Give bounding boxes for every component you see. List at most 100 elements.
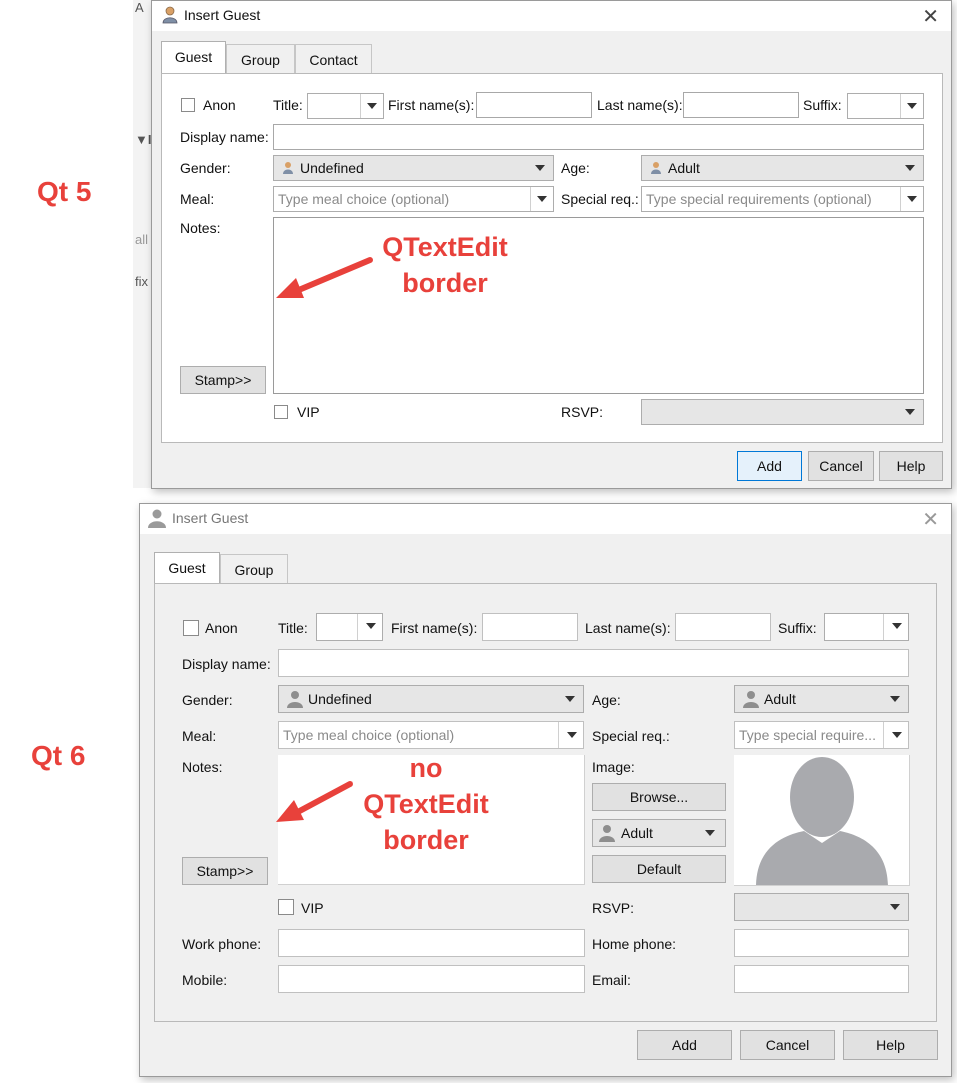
chevron-down-icon xyxy=(892,732,902,738)
qt5-meal-combo[interactable]: Type meal choice (optional) xyxy=(273,186,554,212)
qt6-tab-group[interactable]: Group xyxy=(220,554,288,584)
qt6-work-phone-label: Work phone: xyxy=(182,936,262,952)
qt6-last-name-field[interactable] xyxy=(675,613,771,641)
tab-label: Group xyxy=(234,562,274,578)
qt6-last-name-label: Last name(s): xyxy=(585,620,671,636)
qt5-suffix-combo[interactable] xyxy=(847,93,924,119)
background-app-fragment: ▼I xyxy=(135,132,152,147)
qt6-stamp-button[interactable]: Stamp>> xyxy=(182,857,268,885)
qt6-mobile-label: Mobile: xyxy=(182,972,228,988)
person-icon xyxy=(599,825,615,842)
qt6-first-name-field[interactable] xyxy=(482,613,578,641)
annotation-arrow-icon xyxy=(276,257,373,298)
qt5-window-title: Insert Guest xyxy=(184,7,261,23)
qt5-vip-label: VIP xyxy=(297,404,320,420)
background-app-fragment: all xyxy=(135,232,149,247)
qt6-insert-guest-dialog: Insert Guest ✕ Guest Group Anon Title: F… xyxy=(139,503,952,1077)
qt5-tab-guest[interactable]: Guest xyxy=(161,41,226,74)
qt6-browse-button[interactable]: Browse... xyxy=(592,783,726,811)
qt6-gender-combo[interactable]: Undefined xyxy=(278,685,584,713)
qt5-first-name-field[interactable] xyxy=(476,92,592,118)
qt6-mobile-field[interactable] xyxy=(278,965,585,993)
qt5-anon-checkbox[interactable] xyxy=(181,98,195,112)
button-label: Help xyxy=(896,458,926,474)
qt6-age-value: Adult xyxy=(764,691,796,707)
qt6-title-combo[interactable] xyxy=(316,613,383,641)
annotation-line: no xyxy=(409,753,443,783)
qt6-vip-label: VIP xyxy=(301,900,324,916)
chevron-down-icon xyxy=(890,696,900,702)
qt6-special-req-combo[interactable]: Type special require... xyxy=(734,721,909,749)
qt6-email-label: Email: xyxy=(592,972,631,988)
qt5-title-combo[interactable] xyxy=(307,93,384,119)
qt6-anon-checkbox[interactable] xyxy=(183,620,199,636)
annotation-line: border xyxy=(383,825,469,855)
chevron-down-icon xyxy=(892,623,902,629)
qt5-age-combo[interactable]: Adult xyxy=(641,155,924,181)
qt5-tab-contact[interactable]: Contact xyxy=(295,44,372,74)
close-icon[interactable]: ✕ xyxy=(922,507,939,532)
qt6-tab-guest[interactable]: Guest xyxy=(154,552,220,585)
qt6-home-phone-label: Home phone: xyxy=(592,936,677,952)
qt5-rsvp-combo[interactable] xyxy=(641,399,924,425)
person-icon xyxy=(148,509,166,528)
qt5-gender-value: Undefined xyxy=(300,160,364,176)
qt6-add-button[interactable]: Add xyxy=(637,1030,732,1060)
qt5-display-name-label: Display name: xyxy=(180,129,269,145)
qt5-help-button[interactable]: Help xyxy=(879,451,943,481)
chevron-down-icon xyxy=(567,732,577,738)
qt5-stamp-button[interactable]: Stamp>> xyxy=(180,366,266,394)
qt6-vip-checkbox[interactable] xyxy=(278,899,294,915)
qt5-gender-combo[interactable]: Undefined xyxy=(273,155,554,181)
qt6-image-age-combo[interactable]: Adult xyxy=(592,819,726,847)
tab-label: Guest xyxy=(168,560,206,576)
qt6-display-name-label: Display name: xyxy=(182,656,271,672)
close-icon[interactable]: ✕ xyxy=(922,4,939,29)
qt5-anon-label: Anon xyxy=(203,97,236,113)
qt6-anon-label: Anon xyxy=(205,620,238,636)
qt6-rsvp-label: RSVP: xyxy=(592,900,635,916)
qt5-add-button[interactable]: Add xyxy=(737,451,802,481)
chevron-down-icon xyxy=(537,196,547,202)
button-label: Help xyxy=(876,1037,905,1053)
qt5-first-name-label: First name(s): xyxy=(388,97,475,113)
qt6-first-name-label: First name(s): xyxy=(391,620,478,636)
button-label: Default xyxy=(636,861,682,877)
qt6-cancel-button[interactable]: Cancel xyxy=(740,1030,835,1060)
qt6-age-combo[interactable]: Adult xyxy=(734,685,909,713)
qt5-last-name-label: Last name(s): xyxy=(597,97,683,113)
qt5-last-name-field[interactable] xyxy=(683,92,799,118)
qt6-help-button[interactable]: Help xyxy=(843,1030,938,1060)
button-label: Cancel xyxy=(819,458,863,474)
chevron-down-icon xyxy=(907,103,917,109)
qt6-display-name-field[interactable] xyxy=(278,649,909,677)
chevron-down-icon xyxy=(535,165,545,171)
qt5-rsvp-label: RSVP: xyxy=(561,404,604,420)
annotation-line: QTextEdit xyxy=(363,789,489,819)
button-label: Stamp>> xyxy=(196,863,254,879)
qt6-notes-label: Notes: xyxy=(182,759,223,775)
qt5-age-label: Age: xyxy=(561,160,590,176)
qt6-default-button[interactable]: Default xyxy=(592,855,726,883)
qt6-suffix-label: Suffix: xyxy=(778,620,817,636)
tab-label: Guest xyxy=(174,49,213,65)
qt5-special-req-combo[interactable]: Type special requirements (optional) xyxy=(641,186,924,212)
qt6-age-label: Age: xyxy=(592,692,621,708)
qt5-cancel-button[interactable]: Cancel xyxy=(808,451,874,481)
qt6-suffix-combo[interactable] xyxy=(824,613,909,641)
qt6-meal-combo[interactable]: Type meal choice (optional) xyxy=(278,721,584,749)
person-icon xyxy=(651,162,661,174)
chevron-down-icon xyxy=(905,409,915,415)
qt6-rsvp-combo[interactable] xyxy=(734,893,909,921)
qt6-home-phone-field[interactable] xyxy=(734,929,909,957)
qt5-vip-checkbox[interactable] xyxy=(274,405,288,419)
qt5-tab-group[interactable]: Group xyxy=(226,44,295,74)
qt5-display-name-field[interactable] xyxy=(273,124,924,150)
person-icon xyxy=(283,162,293,174)
qt6-annotation: no QTextEdit border xyxy=(340,750,512,858)
qt6-work-phone-field[interactable] xyxy=(278,929,585,957)
qt6-email-field[interactable] xyxy=(734,965,909,993)
qt5-notes-label: Notes: xyxy=(180,220,221,236)
annotation-line: QTextEdit xyxy=(382,232,508,262)
qt5-label: Qt 5 xyxy=(37,176,92,207)
